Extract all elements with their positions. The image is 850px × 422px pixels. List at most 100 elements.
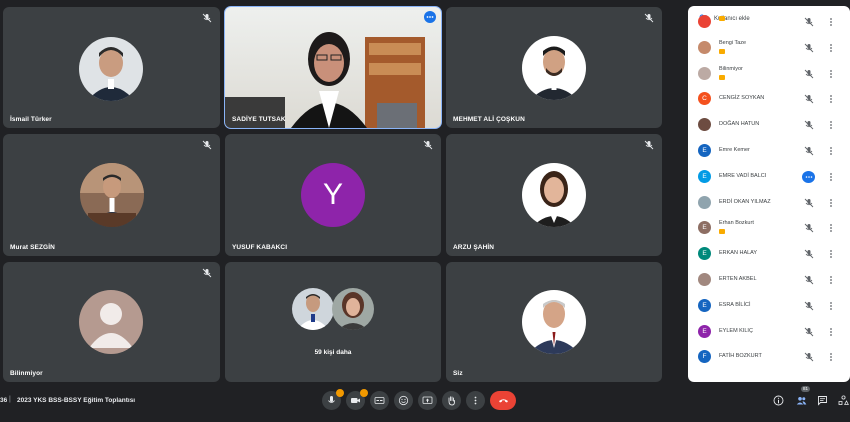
people-button[interactable] (794, 393, 808, 407)
self-tile[interactable]: Siz (446, 262, 662, 382)
more-vert-icon (474, 396, 477, 405)
more-vert-icon[interactable] (827, 249, 835, 259)
participant-avatar: E (698, 144, 711, 157)
participant-row[interactable]: E EMRE VADİ BALCI (688, 164, 850, 190)
participant-row[interactable]: ERDİ OKAN YILMAZ (688, 190, 850, 216)
mic-off-icon[interactable] (804, 249, 814, 259)
more-vert-icon[interactable] (827, 198, 835, 208)
mic-off-icon[interactable] (804, 69, 814, 79)
speaking-indicator-icon (802, 170, 815, 183)
more-vert-icon[interactable] (827, 69, 835, 79)
participant-name: YUSUF KABAKCI (232, 244, 288, 251)
hand-badge-icon (719, 74, 725, 80)
participant-name: Bilinmiyor (10, 370, 43, 377)
participant-row[interactable]: E ESRA BİLİCİ (688, 293, 850, 319)
emoji-button[interactable] (394, 391, 413, 410)
mic-off-icon[interactable] (804, 120, 814, 130)
mic-off-icon (202, 268, 212, 278)
avatar-initial: E (702, 327, 707, 335)
mic-off-icon[interactable] (804, 327, 814, 337)
captions-icon (374, 397, 385, 404)
more-vert-icon[interactable] (827, 94, 835, 104)
present-screen-button[interactable] (418, 391, 437, 410)
more-vert-icon[interactable] (827, 223, 835, 233)
more-options-icon[interactable] (424, 11, 436, 23)
participant-row[interactable]: Bengi Taze (688, 35, 850, 61)
avatar-initial: E (702, 250, 707, 258)
chat-button[interactable] (815, 393, 829, 407)
participant-row[interactable]: ERTEN AKBEL (688, 267, 850, 293)
more-vert-icon[interactable] (827, 352, 835, 362)
leave-call-button[interactable] (490, 391, 516, 410)
meeting-details-button[interactable] (771, 393, 785, 407)
participant-row[interactable]: E Erhan Bozkurt (688, 215, 850, 241)
hand-badge-icon (719, 48, 725, 54)
participant-tile[interactable]: ARZU ŞAHİN (446, 134, 662, 256)
more-vert-icon[interactable] (827, 17, 835, 27)
participant-row-name: FATİH BOZKURT (719, 353, 762, 360)
participant-row-name: EMRE VADİ BALCI (719, 172, 767, 179)
camera-warning-badge (360, 389, 368, 397)
avatar-initial: E (702, 147, 707, 154)
meeting-title: 2023 YKS BSS-BSSY Eğitim Toplantısı (17, 397, 136, 404)
mic-off-icon[interactable] (804, 146, 814, 156)
more-vert-icon[interactable] (827, 172, 835, 182)
mic-off-icon[interactable] (804, 94, 814, 104)
activities-button[interactable] (836, 393, 850, 407)
others-tile[interactable]: 59 kişi daha (225, 262, 441, 382)
participant-row[interactable]: DOĞAN HATUN (688, 112, 850, 138)
participant-photo (522, 163, 586, 227)
title-separator: | (9, 396, 11, 403)
participant-tile[interactable]: SADİYE TUTSAK (224, 6, 442, 129)
participant-tile[interactable]: Y YUSUF KABAKCI (225, 134, 441, 256)
avatar-initial: F (702, 353, 707, 361)
participant-row[interactable]: C CENGİZ SOYKAN (688, 86, 850, 112)
mic-off-icon[interactable] (804, 352, 814, 362)
participant-row[interactable]: F FATİH BOZKURT (688, 344, 850, 370)
more-vert-icon[interactable] (827, 275, 835, 285)
participant-row[interactable]: E Emre Kemer (688, 138, 850, 164)
more-vert-icon[interactable] (827, 43, 835, 53)
meeting-time: 36 (0, 397, 8, 404)
participant-avatar (698, 15, 711, 28)
more-vert-icon[interactable] (827, 146, 835, 156)
raise-hand-button[interactable] (442, 391, 461, 410)
present-icon (422, 396, 433, 404)
more-vert-icon[interactable] (827, 327, 835, 337)
mic-off-icon[interactable] (804, 223, 814, 233)
mic-off-icon (202, 13, 212, 23)
mic-off-icon[interactable] (804, 198, 814, 208)
camera-button[interactable] (346, 389, 368, 410)
more-options-button[interactable] (466, 391, 485, 410)
participant-tile[interactable]: İsmail Türker (3, 7, 220, 128)
mic-off-icon[interactable] (804, 301, 814, 311)
mic-off-icon[interactable] (804, 275, 814, 285)
participant-row[interactable]: E ERKAN HALAY (688, 241, 850, 267)
participants-panel: Kullanıcı ekle Bengi Taze Bilinmiyor C CENG… (688, 6, 850, 382)
default-avatar-icon (79, 290, 143, 354)
participant-avatar (698, 118, 711, 132)
more-vert-icon[interactable] (827, 120, 835, 130)
bottom-bar: 36 | 2023 YKS BSS-BSSY Eğitim Toplantısı (0, 386, 850, 422)
participant-tile[interactable]: Bilinmiyor (3, 262, 220, 382)
mic-off-icon (644, 140, 654, 150)
participant-tile[interactable]: Murat SEZGİN (3, 134, 220, 256)
meet-window: İsmail Türker SADİYE TUTSAK MEHMET ALİ Ç… (0, 0, 850, 422)
participant-avatar: E (698, 221, 711, 235)
chat-icon (817, 395, 827, 406)
more-vert-icon[interactable] (827, 301, 835, 311)
participant-row-name: Bilinmiyor (719, 65, 743, 72)
participant-row[interactable] (688, 9, 850, 35)
participant-row-name: ERDİ OKAN YILMAZ (719, 198, 771, 205)
video-grid: İsmail Türker SADİYE TUTSAK MEHMET ALİ Ç… (0, 0, 668, 388)
participant-photo (292, 288, 334, 330)
participant-row[interactable]: E EYLEM KILIÇ (688, 319, 850, 345)
participant-photo (332, 288, 374, 330)
mic-off-icon (202, 140, 212, 150)
microphone-button[interactable] (322, 389, 344, 410)
mic-off-icon[interactable] (804, 17, 814, 27)
participant-row[interactable]: Bilinmiyor (688, 61, 850, 87)
participant-tile[interactable]: MEHMET ALİ ÇOŞKUN (446, 7, 662, 128)
mic-off-icon[interactable] (804, 43, 814, 53)
captions-button[interactable] (370, 391, 389, 410)
